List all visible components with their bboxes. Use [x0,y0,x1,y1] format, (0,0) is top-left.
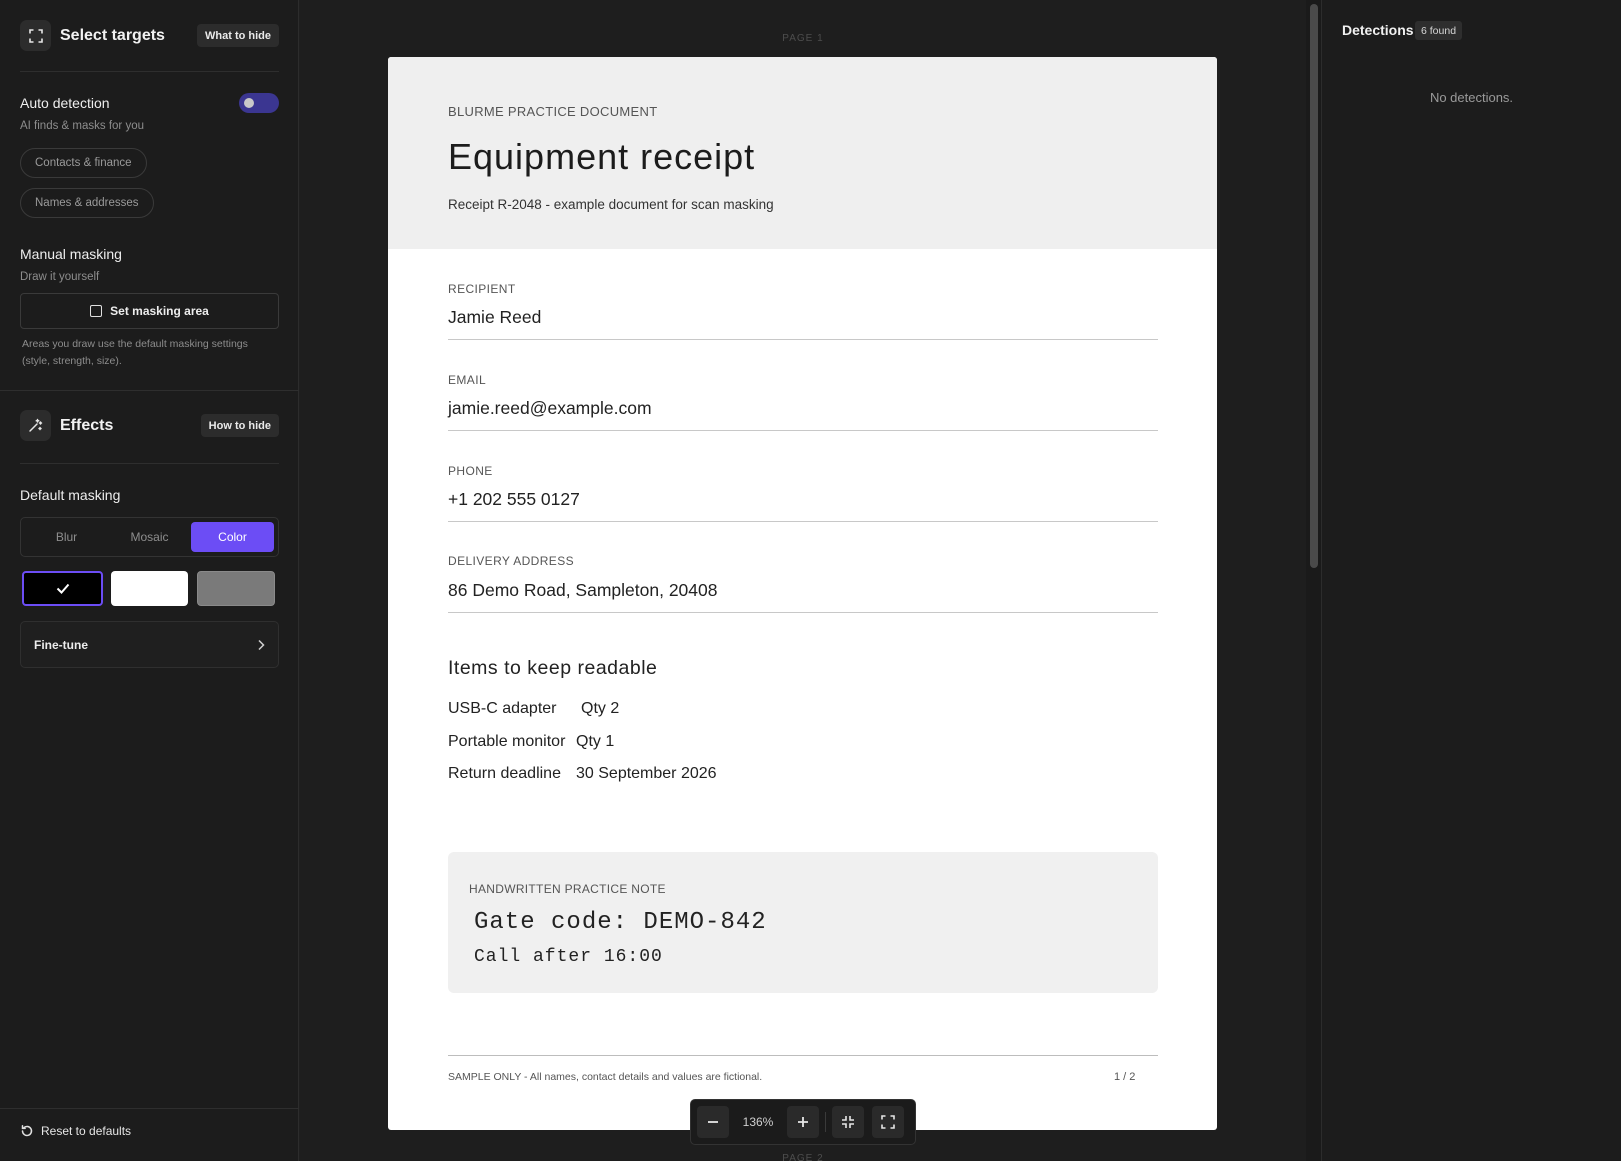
what-to-hide-button[interactable]: What to hide [197,24,279,47]
how-to-hide-button[interactable]: How to hide [200,414,279,437]
masking-style-selector: Blur Mosaic Color [20,517,279,557]
minus-icon [708,1121,718,1123]
document-page: BLURME PRACTICE DOCUMENT Equipment recei… [388,57,1217,1130]
detections-title: Detections [1342,22,1414,38]
masking-option-mosaic[interactable]: Mosaic [108,522,191,552]
detections-panel: Detections 6 found No detections. [1322,0,1621,1161]
chip-contacts-finance[interactable]: Contacts & finance [20,148,147,178]
detections-count-badge: 6 found [1415,21,1463,40]
field-underline [448,521,1158,522]
viewer-scrollbar[interactable] [1306,0,1322,1161]
item-name: Return deadline [448,765,561,782]
document-footer-note: SAMPLE ONLY - All names, contact details… [448,1071,763,1083]
items-title: Items to keep readable [448,657,658,679]
zoom-in-button[interactable] [787,1106,819,1138]
detections-empty-state: No detections. [1429,90,1514,105]
field-value-phone: +1 202 555 0127 [448,489,580,509]
set-masking-area-label: Set masking area [110,304,209,318]
scrollbar-thumb[interactable] [1310,4,1318,568]
item-value: Qty 2 [581,700,620,717]
manual-masking-subtitle: Draw it yourself [20,271,100,283]
chevron-right-icon [258,639,265,650]
toolbar-separator [825,1112,826,1132]
field-value-email: jamie.reed@example.com [448,398,652,418]
collapse-icon [842,1116,854,1128]
fullscreen-button[interactable] [872,1106,904,1138]
item-name: USB-C adapter [448,700,557,717]
zoom-toolbar: 136% [690,1099,916,1145]
swatch-white[interactable] [111,571,188,606]
handwritten-note: HANDWRITTEN PRACTICE NOTE Gate code: DEM… [448,852,1158,993]
note-line-1: Gate code: DEMO-842 [474,909,767,936]
item-value: 30 September 2026 [576,765,717,782]
field-value-recipient: Jamie Reed [448,307,542,327]
magic-wand-icon [20,410,51,441]
divider [20,463,279,464]
item-value: Qty 1 [576,733,615,750]
item-name: Portable monitor [448,733,566,750]
field-underline [448,339,1158,340]
reset-icon [21,1125,33,1137]
next-page-label: PAGE 2 [782,1153,824,1161]
fit-to-screen-button[interactable] [832,1106,864,1138]
fine-tune-row[interactable]: Fine-tune [20,621,279,668]
field-underline [448,430,1158,431]
auto-detection-toggle[interactable] [239,93,279,113]
checkbox-icon [90,305,103,317]
divider [20,71,279,72]
swatch-gray[interactable] [197,571,275,606]
footer-line [448,1055,1158,1056]
field-label-delivery-address: DELIVERY ADDRESS [448,554,575,568]
auto-detection-title: Auto detection [20,95,110,111]
field-value-delivery-address: 86 Demo Road, Sampleton, 20408 [448,580,718,600]
section-divider [0,390,299,391]
document-title: Equipment receipt [448,136,756,177]
auto-detection-subtitle: AI finds & masks for you [20,120,144,132]
field-label-phone: PHONE [448,464,493,478]
manual-masking-title: Manual masking [20,246,122,262]
reset-to-defaults-button[interactable]: Reset to defaults [20,1124,131,1138]
select-frame-icon [20,20,51,51]
masking-option-color[interactable]: Color [191,522,274,552]
zoom-level: 136% [742,1115,774,1129]
document-subtitle: Receipt R-2048 - example document for sc… [448,197,774,212]
effects-title: Effects [60,416,114,434]
reset-label: Reset to defaults [41,1124,132,1138]
note-line-2: Call after 16:00 [474,947,663,967]
document-viewer: PAGE 1 BLURME PRACTICE DOCUMENT Equipmen… [300,0,1306,1161]
select-targets-title: Select targets [60,26,165,44]
left-sidebar: Select targets What to hide Auto detecti… [0,0,299,1161]
fine-tune-label: Fine-tune [34,637,88,652]
page-label: PAGE 1 [782,33,824,44]
manual-masking-note: Areas you draw use the default masking s… [22,338,248,367]
field-label-recipient: RECIPIENT [448,282,516,296]
document-kicker: BLURME PRACTICE DOCUMENT [448,104,658,119]
checkmark-icon [56,583,69,594]
expand-icon [881,1115,895,1129]
swatch-black[interactable] [22,571,103,606]
note-kicker: HANDWRITTEN PRACTICE NOTE [469,882,666,896]
field-underline [448,612,1158,613]
effects-header: Effects How to hide [20,410,279,441]
plus-icon [798,1117,808,1127]
footer-divider [0,1108,299,1109]
masking-option-blur[interactable]: Blur [25,522,108,552]
field-label-email: EMAIL [448,373,487,387]
document-page-number: 1 / 2 [1114,1071,1136,1083]
select-targets-header: Select targets What to hide [20,20,279,51]
chip-names-addresses[interactable]: Names & addresses [20,188,154,218]
toggle-knob [244,98,254,108]
zoom-out-button[interactable] [697,1106,729,1138]
default-masking-title: Default masking [20,487,121,503]
set-masking-area-button[interactable]: Set masking area [20,293,279,329]
